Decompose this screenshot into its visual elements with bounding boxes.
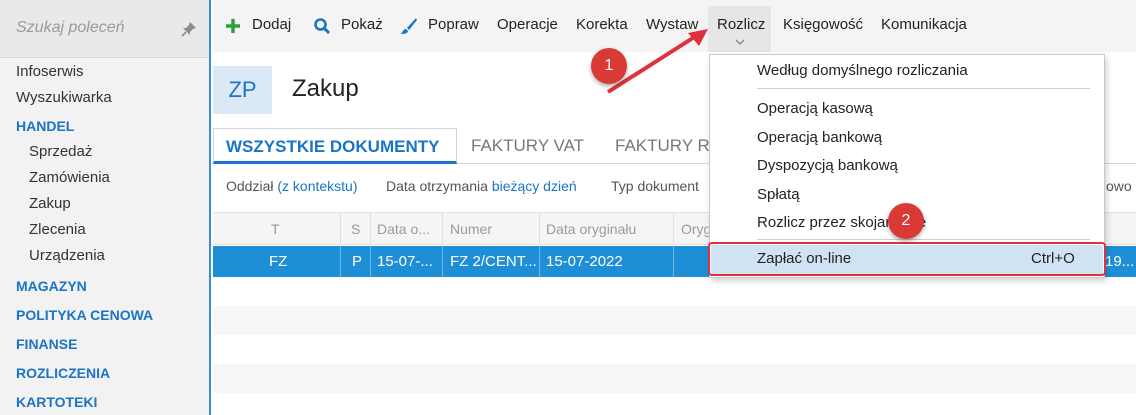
page-title: Zakup — [292, 75, 359, 102]
tab-rr-invoices[interactable]: FAKTURY RR — [615, 128, 722, 164]
filter-type[interactable]: Typ dokument — [611, 178, 699, 194]
step-callout-1: 1 — [591, 48, 627, 84]
sidebar-item-zlecenia[interactable]: Zlecenia — [29, 221, 86, 238]
filter-branch[interactable]: Oddział (z kontekstu) — [226, 178, 358, 194]
sidebar-item-zamowienia[interactable]: Zamówienia — [29, 169, 110, 186]
empty-row — [213, 364, 1136, 393]
brush-icon[interactable] — [400, 17, 418, 35]
cell-separator — [442, 246, 443, 277]
sidebar-item-infoserwis[interactable]: Infoserwis — [16, 63, 84, 80]
chevron-down-icon — [735, 39, 745, 45]
menu-separator — [757, 88, 1090, 89]
cell-overflow: 19... — [1105, 253, 1135, 270]
menu-item-bank-operation[interactable]: Operacją bankową — [757, 129, 882, 146]
sidebar-item-wyszukiwarka[interactable]: Wyszukiwarka — [16, 89, 112, 106]
document-type-badge: ZP — [213, 66, 272, 114]
cell-separator — [673, 246, 674, 277]
column-separator — [673, 213, 674, 246]
filter-date[interactable]: Data otrzymania bieżący dzień — [386, 178, 577, 194]
cell-date: 15-07-... — [377, 253, 433, 270]
empty-row — [213, 335, 1136, 364]
sidebar-item-finanse[interactable]: FINANSE — [16, 336, 77, 352]
plus-icon[interactable] — [224, 17, 242, 35]
filter-branch-label: Oddział — [226, 178, 274, 194]
empty-row — [213, 277, 1136, 306]
column-header-date[interactable]: Data o... — [377, 221, 430, 237]
column-header-t[interactable]: T — [271, 221, 280, 237]
column-header-original[interactable]: Oryg — [681, 221, 711, 237]
edit-button[interactable]: Popraw — [428, 16, 479, 33]
add-button[interactable]: Dodaj — [252, 16, 291, 33]
step-callout-2: 2 — [888, 203, 924, 239]
cell-number: FZ 2/CENT... — [450, 253, 537, 270]
sidebar-item-polityka-cenowa[interactable]: POLITYKA CENOWA — [16, 307, 153, 323]
sidebar-item-zakup[interactable]: Zakup — [29, 195, 71, 212]
operations-button[interactable]: Operacje — [497, 16, 558, 33]
tab-all-documents[interactable]: WSZYSTKIE DOKUMENTY — [213, 128, 457, 164]
cell-separator — [340, 246, 341, 277]
column-separator — [340, 213, 341, 246]
cell-s: P — [352, 253, 363, 270]
empty-row — [213, 393, 1136, 415]
cell-separator — [370, 246, 371, 277]
accounting-button[interactable]: Księgowość — [783, 16, 863, 33]
menu-item-default-settlement[interactable]: Według domyślnego rozliczania — [757, 62, 968, 79]
menu-separator — [757, 239, 1090, 240]
column-separator — [370, 213, 371, 246]
sidebar-item-kartoteki[interactable]: KARTOTEKI — [16, 394, 97, 410]
menu-item-bank-order[interactable]: Dyspozycją bankową — [757, 157, 898, 174]
command-search-input[interactable]: Szukaj poleceń — [0, 0, 209, 58]
sidebar-item-sprzedaz[interactable]: Sprzedaż — [29, 143, 92, 160]
column-header-original-date[interactable]: Data oryginału — [546, 221, 636, 237]
filter-extra[interactable]: owo — [1106, 178, 1132, 194]
column-separator — [442, 213, 443, 246]
cell-t: FZ — [269, 253, 288, 270]
sidebar-item-handel[interactable]: HANDEL — [16, 118, 74, 134]
communication-button[interactable]: Komunikacja — [881, 16, 967, 33]
search-placeholder: Szukaj poleceń — [16, 19, 125, 36]
show-button[interactable]: Pokaż — [341, 16, 383, 33]
sidebar-item-urzadzenia[interactable]: Urządzenia — [29, 247, 105, 264]
empty-row — [213, 306, 1136, 335]
filter-date-value[interactable]: bieżący dzień — [492, 178, 577, 194]
cell-separator — [539, 246, 540, 277]
sidebar-item-rozliczenia[interactable]: ROZLICZENIA — [16, 365, 110, 381]
pin-icon[interactable] — [180, 20, 198, 38]
search-icon[interactable] — [313, 17, 331, 35]
filter-branch-value[interactable]: (z kontekstu) — [277, 178, 357, 194]
sidebar-item-magazyn[interactable]: MAGAZYN — [16, 278, 87, 294]
menu-item-repayment[interactable]: Spłatą — [757, 186, 800, 203]
column-header-number[interactable]: Numer — [450, 221, 492, 237]
cell-original-date: 15-07-2022 — [546, 253, 623, 270]
tab-vat-invoices[interactable]: FAKTURY VAT — [471, 128, 584, 164]
annotation-highlight-box — [708, 242, 1106, 276]
menu-item-cash-operation[interactable]: Operacją kasową — [757, 100, 873, 117]
column-header-s[interactable]: S — [351, 221, 360, 237]
column-separator — [539, 213, 540, 246]
settle-button[interactable]: Rozlicz — [717, 16, 765, 33]
sidebar: Szukaj poleceń Infoserwis Wyszukiwarka H… — [0, 0, 211, 415]
filter-date-label: Data otrzymania — [386, 178, 488, 194]
